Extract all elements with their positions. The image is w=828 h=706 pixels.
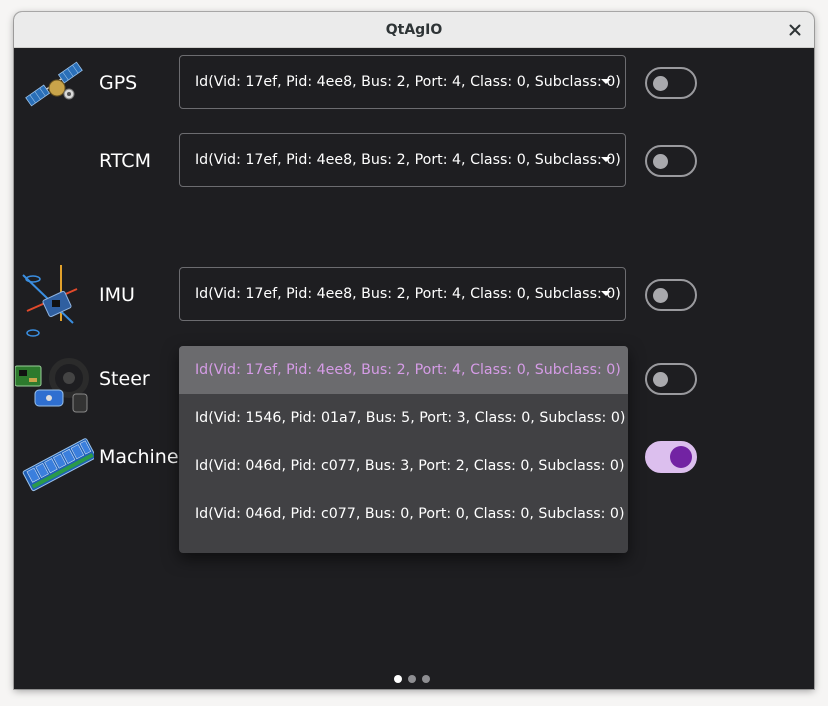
title-bar[interactable]: QtAgIO	[14, 12, 814, 48]
close-icon	[789, 24, 801, 36]
device-settings-page: GPS Id(Vid: 17ef, Pid: 4ee8, Bus: 2, Por…	[14, 48, 814, 689]
toggle-knob	[653, 372, 668, 387]
rtcm-device-value: Id(Vid: 17ef, Pid: 4ee8, Bus: 2, Port: 4…	[195, 152, 621, 168]
dropdown-option[interactable]: Id(Vid: 17ef, Pid: 4ee8, Bus: 2, Port: 4…	[179, 346, 628, 394]
device-dropdown-list: Id(Vid: 17ef, Pid: 4ee8, Bus: 2, Port: 4…	[179, 346, 628, 553]
steer-toggle[interactable]	[645, 363, 697, 395]
rtcm-label: RTCM	[99, 150, 151, 172]
rtcm-toggle[interactable]	[645, 145, 697, 177]
dropdown-option[interactable]: Id(Vid: 046d, Pid: c077, Bus: 0, Port: 0…	[179, 490, 628, 538]
page-indicator	[394, 675, 430, 683]
page-dot-3[interactable]	[422, 675, 430, 683]
app-window: QtAgIO GPS Id(Vid: 17ef, Pid: 4ee8, Bus:…	[14, 12, 814, 689]
imu-axes-icon	[22, 265, 78, 337]
toggle-knob	[653, 288, 668, 303]
toggle-knob	[653, 154, 668, 169]
rtcm-device-combobox[interactable]: Id(Vid: 17ef, Pid: 4ee8, Bus: 2, Port: 4…	[179, 133, 626, 187]
imu-toggle[interactable]	[645, 279, 697, 311]
steer-label: Steer	[99, 368, 150, 390]
toggle-knob	[670, 446, 692, 468]
dropdown-option[interactable]: Id(Vid: 046d, Pid: c077, Bus: 3, Port: 2…	[179, 442, 628, 490]
machine-label: Machine	[99, 446, 179, 468]
machine-toggle[interactable]	[645, 441, 697, 473]
dropdown-arrow-icon	[601, 79, 611, 84]
gps-toggle[interactable]	[645, 67, 697, 99]
satellite-icon	[25, 61, 83, 107]
gps-label: GPS	[99, 72, 138, 94]
imu-device-combobox[interactable]: Id(Vid: 17ef, Pid: 4ee8, Bus: 2, Port: 4…	[179, 267, 626, 321]
imu-label: IMU	[99, 284, 135, 306]
gps-device-value: Id(Vid: 17ef, Pid: 4ee8, Bus: 2, Port: 4…	[195, 74, 621, 90]
page-dot-1[interactable]	[394, 675, 402, 683]
dropdown-option[interactable]: Id(Vid: 1546, Pid: 01a7, Bus: 5, Port: 3…	[179, 394, 628, 442]
window-title: QtAgIO	[385, 21, 443, 38]
imu-device-value: Id(Vid: 17ef, Pid: 4ee8, Bus: 2, Port: 4…	[195, 286, 621, 302]
dropdown-arrow-icon	[601, 157, 611, 162]
gps-device-combobox[interactable]: Id(Vid: 17ef, Pid: 4ee8, Bus: 2, Port: 4…	[179, 55, 626, 109]
close-button[interactable]	[784, 19, 806, 41]
relay-board-icon	[22, 438, 94, 492]
dropdown-arrow-icon	[601, 291, 611, 296]
page-dot-2[interactable]	[408, 675, 416, 683]
steering-wheel-icon	[15, 358, 89, 413]
toggle-knob	[653, 76, 668, 91]
